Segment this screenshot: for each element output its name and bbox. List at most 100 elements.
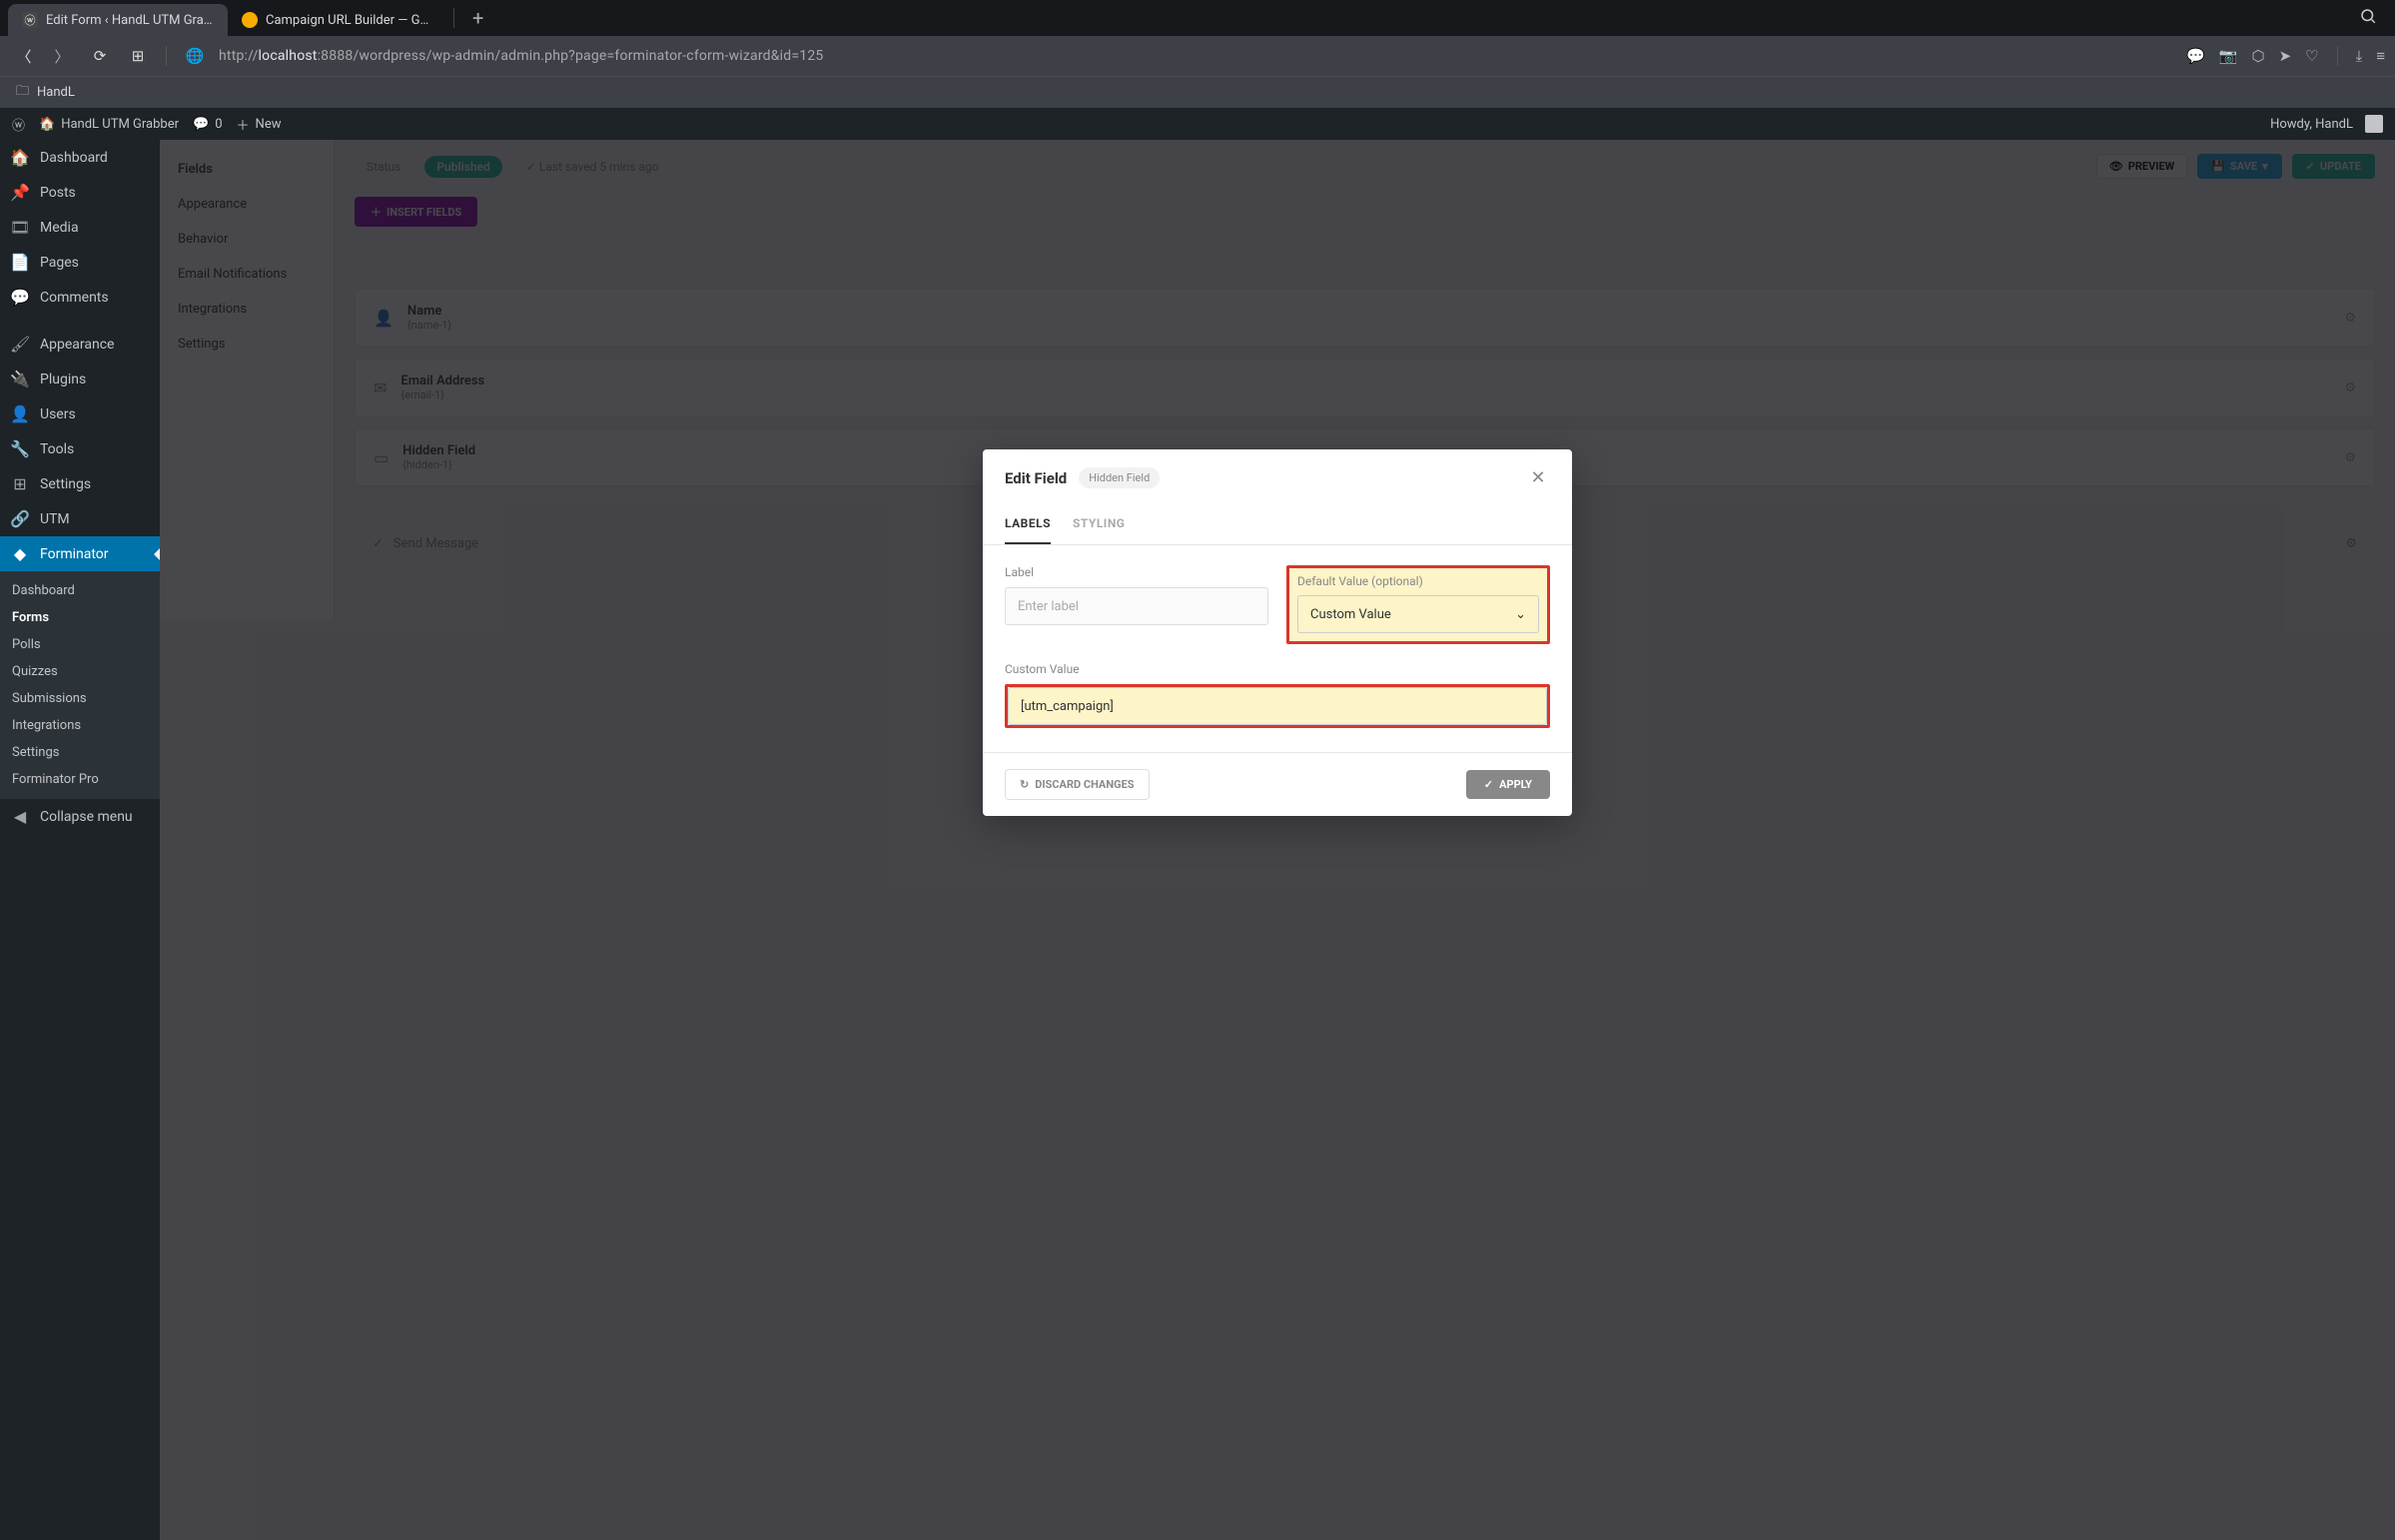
field-type-badge: Hidden Field	[1079, 467, 1160, 488]
comment-icon: 💬	[193, 117, 209, 132]
menu-label: Users	[40, 406, 76, 422]
menu-media[interactable]: 🎞Media	[0, 210, 160, 245]
menu-users[interactable]: 👤Users	[0, 396, 160, 431]
modal-tabs: LABELS STYLING	[983, 506, 1572, 545]
avatar	[2365, 115, 2383, 133]
menu-settings[interactable]: ⊞ Settings	[0, 466, 160, 501]
comments-count: 0	[215, 117, 222, 132]
default-value-select[interactable]: Custom Value ⌄	[1297, 595, 1539, 633]
modal-title: Edit Field	[1005, 469, 1067, 487]
submenu-quizzes[interactable]: Quizzes	[0, 658, 160, 685]
menu-plugins[interactable]: 🔌 Plugins	[0, 362, 160, 396]
heart-icon[interactable]: ♡	[2305, 47, 2318, 65]
tab-labels[interactable]: LABELS	[1005, 506, 1051, 544]
tab-search-icon[interactable]	[2349, 7, 2387, 29]
tab-styling[interactable]: STYLING	[1073, 506, 1126, 544]
menu-label: UTM	[40, 511, 70, 527]
tab-title: Campaign URL Builder — Googl	[266, 13, 433, 28]
submenu-dashboard[interactable]: Dashboard	[0, 577, 160, 604]
label-label: Label	[1005, 565, 1268, 579]
speed-dial-icon[interactable]: ⊞	[124, 47, 152, 65]
menu-label: Forminator	[40, 546, 109, 562]
bookmark-bar: 🗀 HandL	[0, 76, 2395, 108]
wp-admin-bar: ⓦ 🏠 HandL UTM Grabber 💬 0 ＋ New Howdy, H…	[0, 108, 2395, 140]
menu-label: Posts	[40, 185, 76, 201]
howdy-text: Howdy, HandL	[2270, 117, 2353, 132]
collapse-menu[interactable]: ◀ Collapse menu	[0, 799, 160, 834]
site-link[interactable]: 🏠 HandL UTM Grabber	[39, 117, 179, 132]
wrench-icon: 🔧	[10, 439, 30, 458]
menu-comments[interactable]: 💬Comments	[0, 280, 160, 315]
submenu-pro[interactable]: Forminator Pro	[0, 766, 160, 793]
comment-icon: 💬	[10, 288, 30, 307]
menu-pages[interactable]: 📄Pages	[0, 245, 160, 280]
back-button[interactable]: 〈	[10, 46, 38, 67]
discard-button[interactable]: ↻ DISCARD CHANGES	[1005, 769, 1150, 800]
select-value: Custom Value	[1310, 607, 1391, 622]
forward-button[interactable]: 〉	[48, 46, 76, 67]
edit-field-modal: Edit Field Hidden Field ✕ LABELS STYLING…	[983, 449, 1572, 816]
page-icon: 📄	[10, 253, 30, 272]
address-bar: 〈 〉 ⟳ ⊞ 🌐 http://localhost:8888/wordpres…	[0, 36, 2395, 76]
menu-label: Appearance	[40, 337, 114, 353]
collapse-icon: ◀	[10, 807, 30, 826]
wp-logo-icon[interactable]: ⓦ	[12, 115, 25, 134]
submenu-forms[interactable]: Forms	[0, 604, 160, 631]
plug-icon: 🔌	[10, 370, 30, 388]
undo-icon: ↻	[1020, 778, 1029, 791]
submenu-settings[interactable]: Settings	[0, 739, 160, 766]
menu-tools[interactable]: 🔧 Tools	[0, 431, 160, 466]
bookmark-item[interactable]: HandL	[37, 85, 75, 100]
media-icon: 🎞	[10, 218, 30, 237]
url-host: localhost	[259, 48, 318, 64]
account-link[interactable]: Howdy, HandL	[2270, 115, 2383, 133]
send-icon[interactable]: ➤	[2279, 47, 2292, 65]
dashboard-icon: 🏠	[10, 148, 30, 167]
modal-footer: ↻ DISCARD CHANGES ✓ APPLY	[983, 752, 1572, 816]
content-area: Fields Appearance Behavior Email Notific…	[160, 140, 2395, 1540]
check-icon: ✓	[1484, 778, 1493, 791]
label-input[interactable]	[1005, 587, 1268, 625]
brush-icon: 🖌	[10, 335, 30, 354]
submenu-polls[interactable]: Polls	[0, 631, 160, 658]
new-tab-button[interactable]: +	[460, 6, 495, 30]
modal-header: Edit Field Hidden Field ✕	[983, 449, 1572, 506]
submenu-submissions[interactable]: Submissions	[0, 685, 160, 712]
divider	[166, 46, 167, 66]
discard-label: DISCARD CHANGES	[1035, 778, 1134, 791]
chevron-down-icon: ⌄	[1515, 607, 1526, 622]
url-scheme: http://	[219, 48, 259, 64]
submenu-integrations[interactable]: Integrations	[0, 712, 160, 739]
site-name: HandL UTM Grabber	[61, 117, 179, 132]
chat-icon[interactable]: 💬	[2186, 47, 2205, 65]
snapshot-icon[interactable]: 📷	[2219, 47, 2238, 65]
new-content-link[interactable]: ＋ New	[237, 115, 282, 134]
folder-icon: 🗀	[16, 82, 29, 104]
collapse-label: Collapse menu	[40, 809, 133, 825]
menu-dashboard[interactable]: 🏠Dashboard	[0, 140, 160, 175]
reload-button[interactable]: ⟳	[86, 47, 114, 65]
menu-posts[interactable]: 📌Posts	[0, 175, 160, 210]
shield-icon[interactable]: ⬡	[2251, 47, 2264, 65]
plus-icon: ＋	[237, 115, 250, 134]
menu-label: Plugins	[40, 372, 86, 387]
menu-label: Tools	[40, 441, 74, 457]
comments-link[interactable]: 💬 0	[193, 117, 223, 132]
menu-icon[interactable]: ≡	[2376, 47, 2385, 65]
apply-label: APPLY	[1499, 778, 1532, 791]
menu-forminator[interactable]: ◆Forminator	[0, 536, 160, 571]
browser-tab[interactable]: Campaign URL Builder — Googl	[228, 4, 447, 36]
download-icon[interactable]: ⤓	[2356, 47, 2363, 65]
menu-utm[interactable]: 🔗 UTM	[0, 501, 160, 536]
browser-tab-active[interactable]: ⓦ Edit Form ‹ HandL UTM Grabbe	[8, 4, 228, 36]
sliders-icon: ⊞	[10, 474, 30, 493]
apply-button[interactable]: ✓ APPLY	[1466, 770, 1550, 799]
new-label: New	[256, 117, 282, 132]
custom-value-input[interactable]	[1008, 687, 1547, 725]
menu-appearance[interactable]: 🖌 Appearance	[0, 327, 160, 362]
url-field[interactable]: http://localhost:8888/wordpress/wp-admin…	[219, 48, 2176, 64]
menu-label: Settings	[40, 476, 91, 492]
site-info-icon[interactable]: 🌐	[181, 47, 209, 65]
close-icon[interactable]: ✕	[1526, 467, 1550, 488]
link-icon: 🔗	[10, 509, 30, 528]
